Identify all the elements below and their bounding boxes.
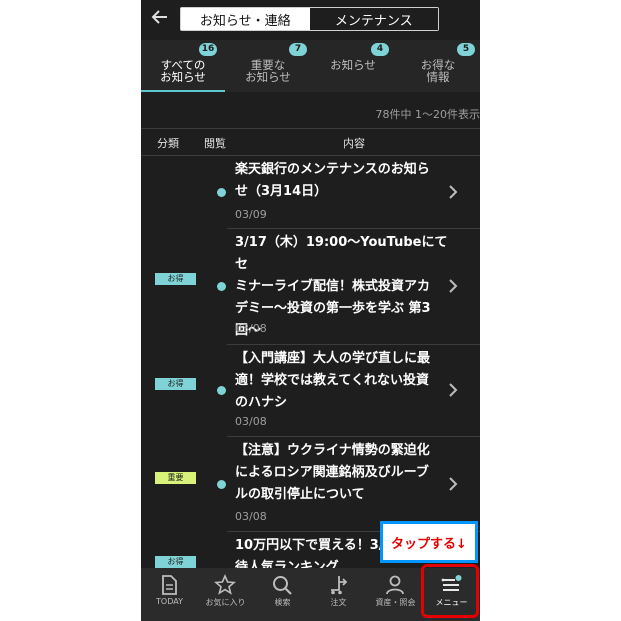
notice-date: 03/09: [235, 208, 267, 221]
tag-badge: お得: [155, 556, 196, 568]
tag-badge: お得: [155, 273, 196, 285]
tab-badge: 4: [371, 43, 389, 56]
highlight-box: [421, 564, 479, 618]
chevron-right-icon: [449, 185, 458, 199]
star-icon: [214, 574, 236, 595]
tap-annotation: タップする↓: [380, 521, 478, 563]
chevron-right-icon: [449, 279, 458, 293]
column-viewed: 閲覧: [204, 137, 226, 150]
nav-assets[interactable]: 資産・照会: [367, 568, 424, 621]
column-category: 分類: [157, 137, 179, 150]
tab-notices[interactable]: 4 お知らせ: [311, 40, 395, 92]
segment-control: お知らせ・連絡 メンテナンス: [180, 7, 439, 31]
nav-label: お気に入り: [205, 598, 246, 607]
notice-title: 【入門講座】大人の学び直しに最 適！学校では教えてくれない投資 のハナシ: [235, 351, 431, 410]
column-content: 内容: [343, 137, 365, 150]
notice-date: 03/08: [235, 322, 267, 335]
unread-dot-icon: [217, 386, 226, 395]
tab-badge: 7: [289, 43, 307, 56]
nav-favorites[interactable]: お気に入り: [197, 568, 254, 621]
active-tab-indicator: [141, 90, 225, 92]
unread-dot-icon: [217, 282, 226, 291]
header: お知らせ・連絡 メンテナンス: [141, 0, 480, 38]
tab-important[interactable]: 7 重要な お知らせ: [226, 40, 310, 92]
tab-label: お知らせ: [245, 70, 291, 84]
notice-row[interactable]: 重要 【注意】ウクライナ情勢の緊迫化 によるロシア関連銘柄及びルーブ ルの取引停止に…: [141, 437, 480, 532]
notice-row[interactable]: お得 【入門講座】大人の学び直しに最 適！学校では教えてくれない投資 のハナシ 03…: [141, 345, 480, 437]
column-header: 分類 閲覧 内容: [141, 128, 480, 156]
nav-today[interactable]: TODAY: [141, 568, 198, 621]
unread-dot-icon: [217, 188, 226, 197]
nav-search[interactable]: 検索: [254, 568, 311, 621]
person-icon: [386, 575, 404, 595]
cart-icon: [331, 576, 348, 595]
segment-maintenance[interactable]: メンテナンス: [309, 8, 438, 30]
tab-label: 情報: [426, 70, 450, 84]
notice-row[interactable]: 楽天銀行のメンテナンスのお知ら せ（3月14日） 03/09: [141, 156, 480, 229]
notice-title: 【注意】ウクライナ情勢の緊迫化 によるロシア関連銘柄及びルーブ ルの取引停止について: [235, 443, 430, 502]
nav-order[interactable]: 注文: [310, 568, 367, 621]
tab-badge: 16: [199, 43, 217, 56]
tab-label: お知らせ: [330, 58, 376, 72]
notice-title: 3/17（木）19:00〜YouTubeにてセ ミナーライブ配信！株式投資アカ デミ…: [235, 235, 448, 338]
tab-badge: 5: [457, 43, 475, 56]
nav-label: 検索: [274, 598, 291, 607]
chevron-right-icon: [449, 477, 458, 491]
notice-list[interactable]: 楽天銀行のメンテナンスのお知ら せ（3月14日） 03/09 お得 3/17（木）…: [141, 156, 480, 568]
result-count: 78件中 1〜20件表示: [375, 108, 481, 121]
search-icon: [273, 576, 292, 595]
back-arrow-icon[interactable]: [149, 6, 171, 28]
nav-label: 資産・照会: [375, 598, 416, 607]
unread-dot-icon: [217, 480, 226, 489]
notice-title: 楽天銀行のメンテナンスのお知ら せ（3月14日）: [235, 162, 430, 199]
nav-label: 注文: [330, 598, 347, 607]
category-tabs: 16 すべての お知らせ 7 重要な お知らせ 4 お知らせ 5 お得な 情報: [141, 40, 480, 92]
tab-deals[interactable]: 5 お得な 情報: [396, 40, 480, 92]
notice-date: 03/08: [235, 510, 267, 523]
tab-all-notices[interactable]: 16 すべての お知らせ: [141, 40, 225, 92]
segment-notices[interactable]: お知らせ・連絡: [181, 8, 310, 30]
tag-badge: お得: [155, 378, 196, 390]
notice-date: 03/08: [235, 415, 267, 428]
chevron-right-icon: [449, 383, 458, 397]
nav-label: TODAY: [156, 597, 183, 606]
tag-badge: 重要: [155, 472, 196, 484]
document-icon: [162, 575, 177, 595]
notice-row[interactable]: お得 3/17（木）19:00〜YouTubeにてセ ミナーライブ配信！株式投資ア…: [141, 229, 480, 345]
tab-label: お知らせ: [160, 70, 206, 84]
